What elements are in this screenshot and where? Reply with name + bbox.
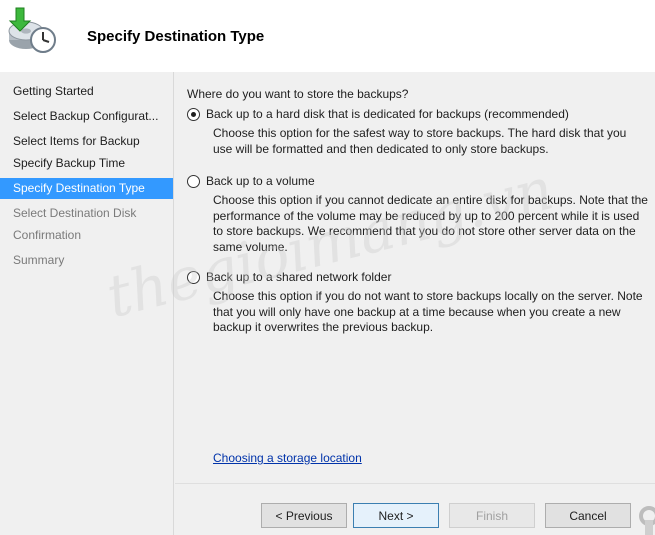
step-specify-destination-type[interactable]: Specify Destination Type [0,178,173,199]
wizard-step-list: Getting Started Select Backup Configurat… [0,72,174,535]
step-specify-backup-time[interactable]: Specify Backup Time [0,153,173,174]
destination-type-panel: Where do you want to store the backups? … [175,72,655,483]
option-network-folder-description: Choose this option if you do not want to… [213,289,643,334]
radio-volume-label[interactable]: Back up to a volume [206,174,315,188]
radio-network-folder[interactable] [187,270,200,284]
radio-network-folder-label[interactable]: Back up to a shared network folder [206,270,391,284]
radio-dedicated-disk[interactable] [187,107,200,121]
page-title: Specify Destination Type [87,28,265,45]
option-network-folder: Back up to a shared network folder Choos… [187,269,649,336]
step-confirmation: Confirmation [13,228,82,242]
finish-button: Finish [449,503,535,528]
previous-button[interactable]: < Previous [261,503,347,528]
step-select-destination-disk: Select Destination Disk [13,206,137,220]
destination-question: Where do you want to store the backups? [187,87,409,101]
step-summary: Summary [13,253,65,267]
cancel-button[interactable]: Cancel [545,503,631,528]
lock-icon [639,506,655,535]
option-dedicated-disk: Back up to a hard disk that is dedicated… [187,106,649,157]
wizard-header: Specify Destination Type [0,0,655,72]
option-volume: Back up to a volume Choose this option i… [187,173,649,255]
option-dedicated-disk-description: Choose this option for the safest way to… [213,126,627,156]
radio-volume[interactable] [187,174,200,188]
step-getting-started[interactable]: Getting Started [0,81,173,102]
radio-dedicated-disk-label[interactable]: Back up to a hard disk that is dedicated… [206,107,569,121]
backup-clock-icon [8,7,56,53]
next-button[interactable]: Next > [353,503,439,528]
option-volume-description: Choose this option if you cannot dedicat… [213,193,648,254]
storage-location-help-link[interactable]: Choosing a storage location [213,451,362,465]
step-select-items-for-backup[interactable]: Select Items for Backup [0,131,173,152]
step-select-backup-configuration[interactable]: Select Backup Configurat... [0,106,173,127]
wizard-button-bar: < Previous Next > Finish Cancel [175,483,655,535]
